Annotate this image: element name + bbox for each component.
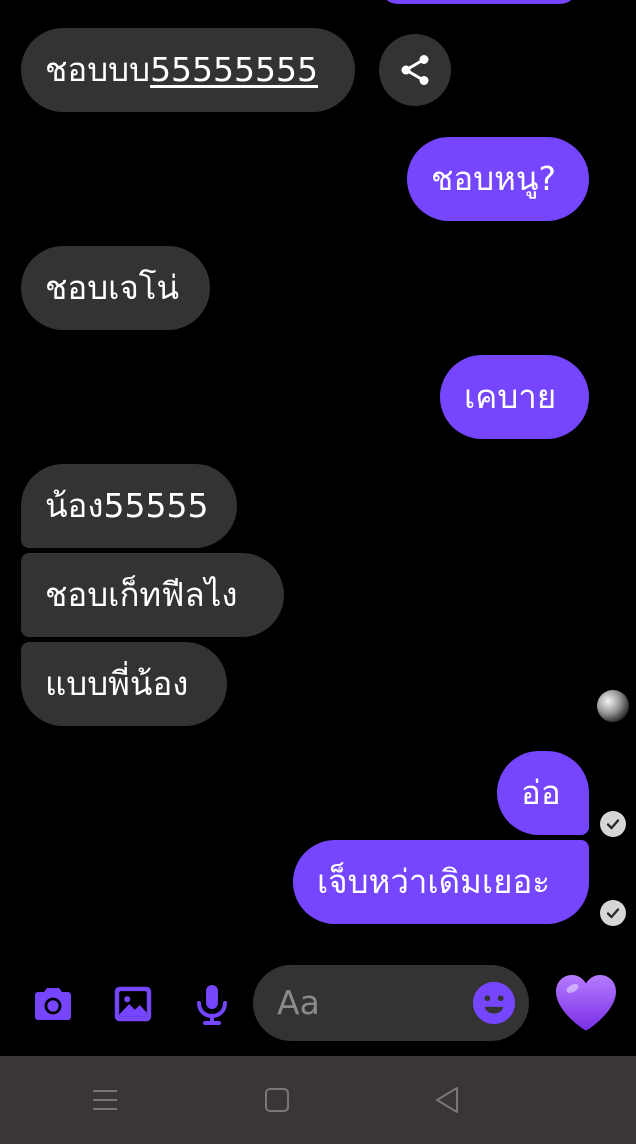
seen-avatar — [597, 690, 629, 722]
heart-icon[interactable] — [550, 966, 622, 1038]
message-link[interactable]: 55555555 — [150, 50, 318, 89]
message-text: น้อง55555 — [45, 486, 209, 525]
outgoing-message-bubble[interactable]: เคบาย — [440, 355, 589, 439]
gallery-button[interactable] — [108, 979, 158, 1029]
microphone-icon — [197, 985, 227, 1025]
check-icon — [606, 908, 620, 919]
message-text: แบบพี่น้อง — [45, 664, 189, 703]
menu-button[interactable] — [89, 1084, 121, 1116]
outgoing-message-bubble[interactable]: อ่อ — [497, 751, 589, 835]
home-button[interactable] — [261, 1084, 293, 1116]
chat-screen: ชอบบบ55555555 ชอบหนู? ชอบเจโน่ เคบาย น้อ… — [0, 0, 636, 1144]
message-text: ชอบเก็ทฟีลไง — [45, 575, 238, 614]
message-composer: Aa — [0, 962, 636, 1052]
outgoing-message-bubble[interactable]: ชอบหนู? — [407, 137, 589, 221]
back-button[interactable] — [431, 1084, 463, 1116]
incoming-message-bubble[interactable]: ชอบบบ55555555 — [21, 28, 355, 112]
message-input[interactable]: Aa — [253, 965, 529, 1041]
emoji-icon[interactable] — [471, 980, 517, 1026]
share-icon — [401, 55, 429, 85]
camera-button[interactable] — [28, 979, 78, 1029]
message-text: เจ็บหว่าเดิมเยอะ — [317, 862, 550, 901]
previous-message-bubble — [380, 0, 578, 4]
image-icon — [114, 986, 152, 1022]
incoming-message-bubble[interactable]: ชอบเก็ทฟีลไง — [21, 553, 284, 637]
message-text: ชอบหนู? — [431, 159, 556, 198]
camera-icon — [35, 988, 71, 1020]
incoming-message-bubble[interactable]: ชอบเจโน่ — [21, 246, 210, 330]
message-input-placeholder: Aa — [277, 983, 320, 1022]
incoming-message-bubble[interactable]: แบบพี่น้อง — [21, 642, 227, 726]
menu-icon — [93, 1090, 117, 1110]
voice-button[interactable] — [187, 979, 237, 1029]
outgoing-message-bubble[interactable]: เจ็บหว่าเดิมเยอะ — [293, 840, 589, 924]
message-text: อ่อ — [521, 773, 561, 812]
sent-status — [600, 811, 626, 837]
incoming-message-bubble[interactable]: น้อง55555 — [21, 464, 237, 548]
share-button[interactable] — [379, 34, 451, 106]
back-icon — [436, 1087, 458, 1113]
system-navigation-bar — [0, 1056, 636, 1144]
message-text: เคบาย — [464, 377, 557, 416]
message-text: ชอบเจโน่ — [45, 268, 180, 307]
message-text: ชอบบบ — [45, 50, 151, 89]
home-icon — [265, 1088, 289, 1112]
sent-status — [600, 900, 626, 926]
check-icon — [606, 819, 620, 830]
